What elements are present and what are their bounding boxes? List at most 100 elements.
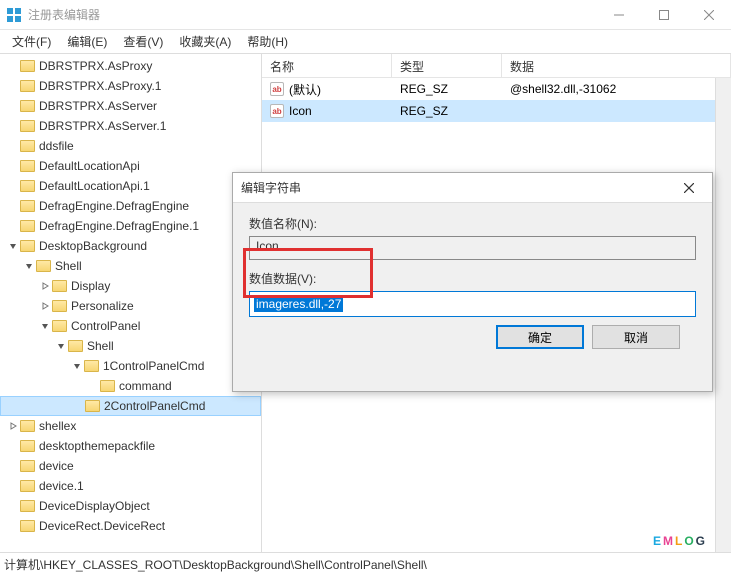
tree-item-label: DBRSTPRX.AsProxy [39,59,152,73]
list-rows: ab(默认)REG_SZ@shell32.dll,-31062abIconREG… [262,78,731,122]
folder-icon [20,180,35,192]
tree-item[interactable]: DefragEngine.DefragEngine.1 [0,216,261,236]
close-button[interactable] [686,0,731,30]
cell-name-text: (默认) [289,81,321,98]
chevron-down-icon[interactable] [6,242,20,250]
value-data-field[interactable]: imageres.dll,-27 [249,291,696,317]
tree-item[interactable]: 2ControlPanelCmd [0,396,261,416]
tree-item-label: device [39,459,74,473]
col-header-name[interactable]: 名称 [262,54,392,77]
folder-icon [20,120,35,132]
folder-icon [20,500,35,512]
folder-icon [52,300,67,312]
tree-item[interactable]: Display [0,276,261,296]
tree-item-label: Display [71,279,110,293]
cancel-button[interactable]: 取消 [592,325,680,349]
list-header: 名称 类型 数据 [262,54,731,78]
folder-icon [20,80,35,92]
menu-view[interactable]: 查看(V) [115,30,171,53]
tree-item[interactable]: DBRSTPRX.AsProxy.1 [0,76,261,96]
folder-icon [20,160,35,172]
col-header-data[interactable]: 数据 [502,54,731,77]
folder-icon [52,280,67,292]
dialog-close-button[interactable] [674,174,704,202]
cell-type: REG_SZ [392,102,502,120]
tree-item[interactable]: desktopthemepackfile [0,436,261,456]
tree-item[interactable]: Shell [0,336,261,356]
tree-item[interactable]: ddsfile [0,136,261,156]
tree-item[interactable]: DBRSTPRX.AsProxy [0,56,261,76]
tree-item[interactable]: DefragEngine.DefragEngine [0,196,261,216]
statusbar: 计算机\HKEY_CLASSES_ROOT\DesktopBackground\… [0,552,731,574]
menu-file[interactable]: 文件(F) [4,30,59,53]
maximize-button[interactable] [641,0,686,30]
tree-item[interactable]: 1ControlPanelCmd [0,356,261,376]
tree-item[interactable]: Shell [0,256,261,276]
folder-icon [20,420,35,432]
ok-button[interactable]: 确定 [496,325,584,349]
tree-item-label: 2ControlPanelCmd [104,399,205,413]
edit-string-dialog: 编辑字符串 数值名称(N): Icon 数值数据(V): imageres.dl… [232,172,713,392]
folder-icon [68,340,83,352]
tree-item-label: DesktopBackground [39,239,147,253]
tree-item-label: ControlPanel [71,319,140,333]
tree-item[interactable]: device.1 [0,476,261,496]
tree-item-label: Personalize [71,299,134,313]
minimize-button[interactable] [596,0,641,30]
folder-icon [84,360,99,372]
folder-icon [20,440,35,452]
chevron-down-icon[interactable] [54,342,68,350]
tree-item-label: Shell [87,339,114,353]
tree-item[interactable]: device [0,456,261,476]
chevron-down-icon[interactable] [70,362,84,370]
list-scrollbar[interactable] [715,78,731,552]
folder-icon [20,240,35,252]
folder-icon [20,220,35,232]
tree-item[interactable]: DBRSTPRX.AsServer.1 [0,116,261,136]
menu-help[interactable]: 帮助(H) [239,30,296,53]
chevron-right-icon[interactable] [38,302,52,310]
tree-item[interactable]: DBRSTPRX.AsServer [0,96,261,116]
value-data-text: imageres.dll,-27 [254,296,343,312]
tree-item[interactable]: DeviceRect.DeviceRect [0,516,261,536]
chevron-right-icon[interactable] [38,282,52,290]
tree-item-label: shellex [39,419,76,433]
tree-item[interactable]: command [0,376,261,396]
tree-item-label: device.1 [39,479,84,493]
tree-item-label: DBRSTPRX.AsServer [39,99,157,113]
string-value-icon: ab [270,104,284,118]
tree-item-label: DefragEngine.DefragEngine [39,199,189,213]
dialog-title: 编辑字符串 [241,179,674,196]
tree-item[interactable]: DefaultLocationApi [0,156,261,176]
tree-item-label: DeviceDisplayObject [39,499,150,513]
folder-icon [20,200,35,212]
chevron-down-icon[interactable] [38,322,52,330]
cell-data [502,109,731,113]
tree-panel[interactable]: DBRSTPRX.AsProxy DBRSTPRX.AsProxy.1 DBRSTP… [0,54,262,552]
chevron-down-icon[interactable] [22,262,36,270]
tree-item[interactable]: Personalize [0,296,261,316]
tree-item-label: ddsfile [39,139,74,153]
col-header-type[interactable]: 类型 [392,54,502,77]
list-row[interactable]: abIconREG_SZ [262,100,731,122]
tree-item[interactable]: shellex [0,416,261,436]
value-name-field[interactable]: Icon [249,236,696,260]
folder-icon [20,60,35,72]
tree-item-label: desktopthemepackfile [39,439,155,453]
chevron-right-icon[interactable] [6,422,20,430]
tree-item[interactable]: DeviceDisplayObject [0,496,261,516]
dialog-titlebar[interactable]: 编辑字符串 [233,173,712,203]
tree-item[interactable]: DesktopBackground [0,236,261,256]
window-title: 注册表编辑器 [28,6,596,23]
tree-item-label: DefragEngine.DefragEngine.1 [39,219,199,233]
list-row[interactable]: ab(默认)REG_SZ@shell32.dll,-31062 [262,78,731,100]
tree-item-label: Shell [55,259,82,273]
tree-item[interactable]: DefaultLocationApi.1 [0,176,261,196]
tree-item[interactable]: ControlPanel [0,316,261,336]
folder-icon [36,260,51,272]
value-name-label: 数值名称(N): [249,215,696,232]
menu-favorites[interactable]: 收藏夹(A) [171,30,239,53]
menu-edit[interactable]: 编辑(E) [59,30,115,53]
value-data-label: 数值数据(V): [249,270,696,287]
tree-item-label: DBRSTPRX.AsProxy.1 [39,79,161,93]
